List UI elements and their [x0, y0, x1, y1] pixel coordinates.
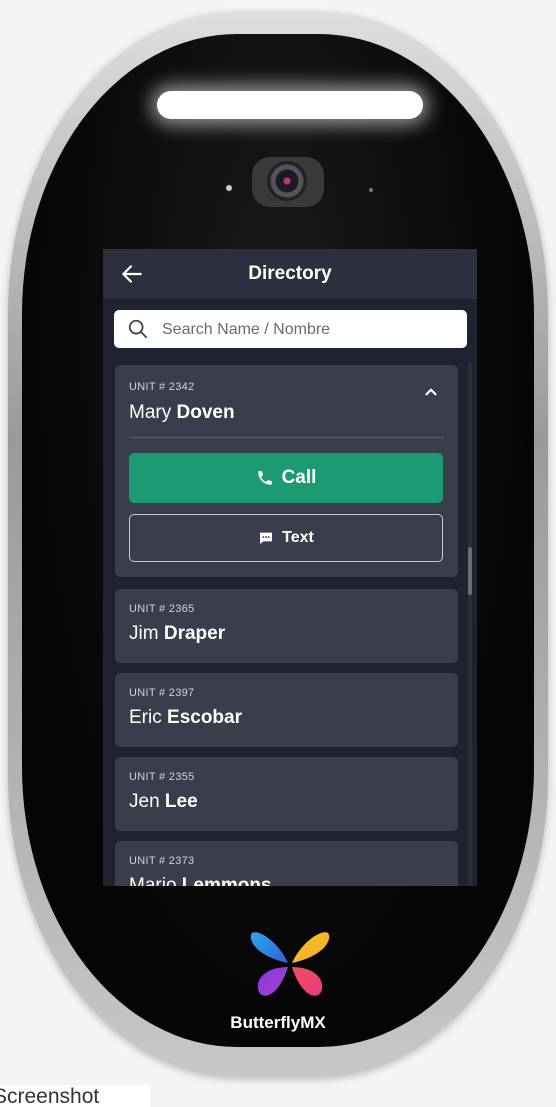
- last-name: Lemmons: [181, 875, 272, 886]
- chevron-up-icon[interactable]: [422, 383, 440, 401]
- list-item[interactable]: UNIT # 2355 Jen Lee: [115, 757, 458, 831]
- unit-number: UNIT # 2365: [129, 603, 195, 615]
- text-button[interactable]: Text: [129, 514, 443, 562]
- last-name: Doven: [176, 402, 235, 423]
- brand-name: ButterflyMX: [230, 1013, 326, 1032]
- list-item-expanded[interactable]: UNIT # 2342 Mary Doven Call Text: [115, 365, 458, 577]
- list-item[interactable]: UNIT # 2397 Eric Escobar: [115, 673, 458, 747]
- first-name: Eric: [129, 707, 162, 728]
- text-label: Text: [282, 529, 314, 546]
- first-name: Jen: [129, 791, 160, 812]
- resident-name: Eric Escobar: [129, 707, 242, 729]
- search-icon: [128, 319, 148, 339]
- unit-number: UNIT # 2373: [129, 855, 195, 867]
- call-label: Call: [281, 467, 317, 488]
- page-title: Directory: [248, 263, 332, 284]
- light-bar: [157, 91, 423, 119]
- last-name: Escobar: [167, 707, 242, 728]
- camera: [252, 157, 324, 207]
- first-name: Jim: [129, 623, 159, 644]
- unit-number: UNIT # 2355: [129, 771, 195, 783]
- touch-screen: Directory UNIT # 2342 Mary Doven Call: [103, 249, 477, 886]
- butterfly-logo-icon: [250, 932, 330, 996]
- phone-icon: [257, 471, 272, 485]
- sensor-left: [226, 185, 232, 191]
- camera-lens-icon: [267, 161, 307, 201]
- list-item[interactable]: UNIT # 2365 Jim Draper: [115, 589, 458, 663]
- resident-name: Jim Draper: [129, 623, 225, 645]
- list-item[interactable]: UNIT # 2373 Mario Lemmons: [115, 841, 458, 886]
- last-name: Draper: [163, 623, 226, 644]
- search-box[interactable]: [114, 310, 467, 348]
- sensor-right: [369, 188, 373, 192]
- search-input[interactable]: [160, 316, 454, 344]
- resident-name: Mary Doven: [129, 402, 235, 424]
- resident-name: Jen Lee: [129, 791, 198, 813]
- first-name: Mary: [129, 402, 172, 423]
- call-button[interactable]: Call: [129, 453, 443, 503]
- unit-number: UNIT # 2397: [129, 687, 195, 699]
- message-icon: [260, 532, 273, 544]
- scrollbar-thumb[interactable]: [468, 547, 472, 595]
- unit-number: UNIT # 2342: [129, 381, 195, 393]
- scrollbar-track[interactable]: [468, 362, 472, 886]
- directory-header: Directory: [103, 249, 477, 299]
- first-name: Mario: [129, 875, 177, 886]
- caption-label: Screenshot: [0, 1085, 150, 1107]
- divider: [129, 437, 444, 438]
- resident-name: Mario Lemmons: [129, 875, 272, 886]
- last-name: Lee: [164, 791, 198, 812]
